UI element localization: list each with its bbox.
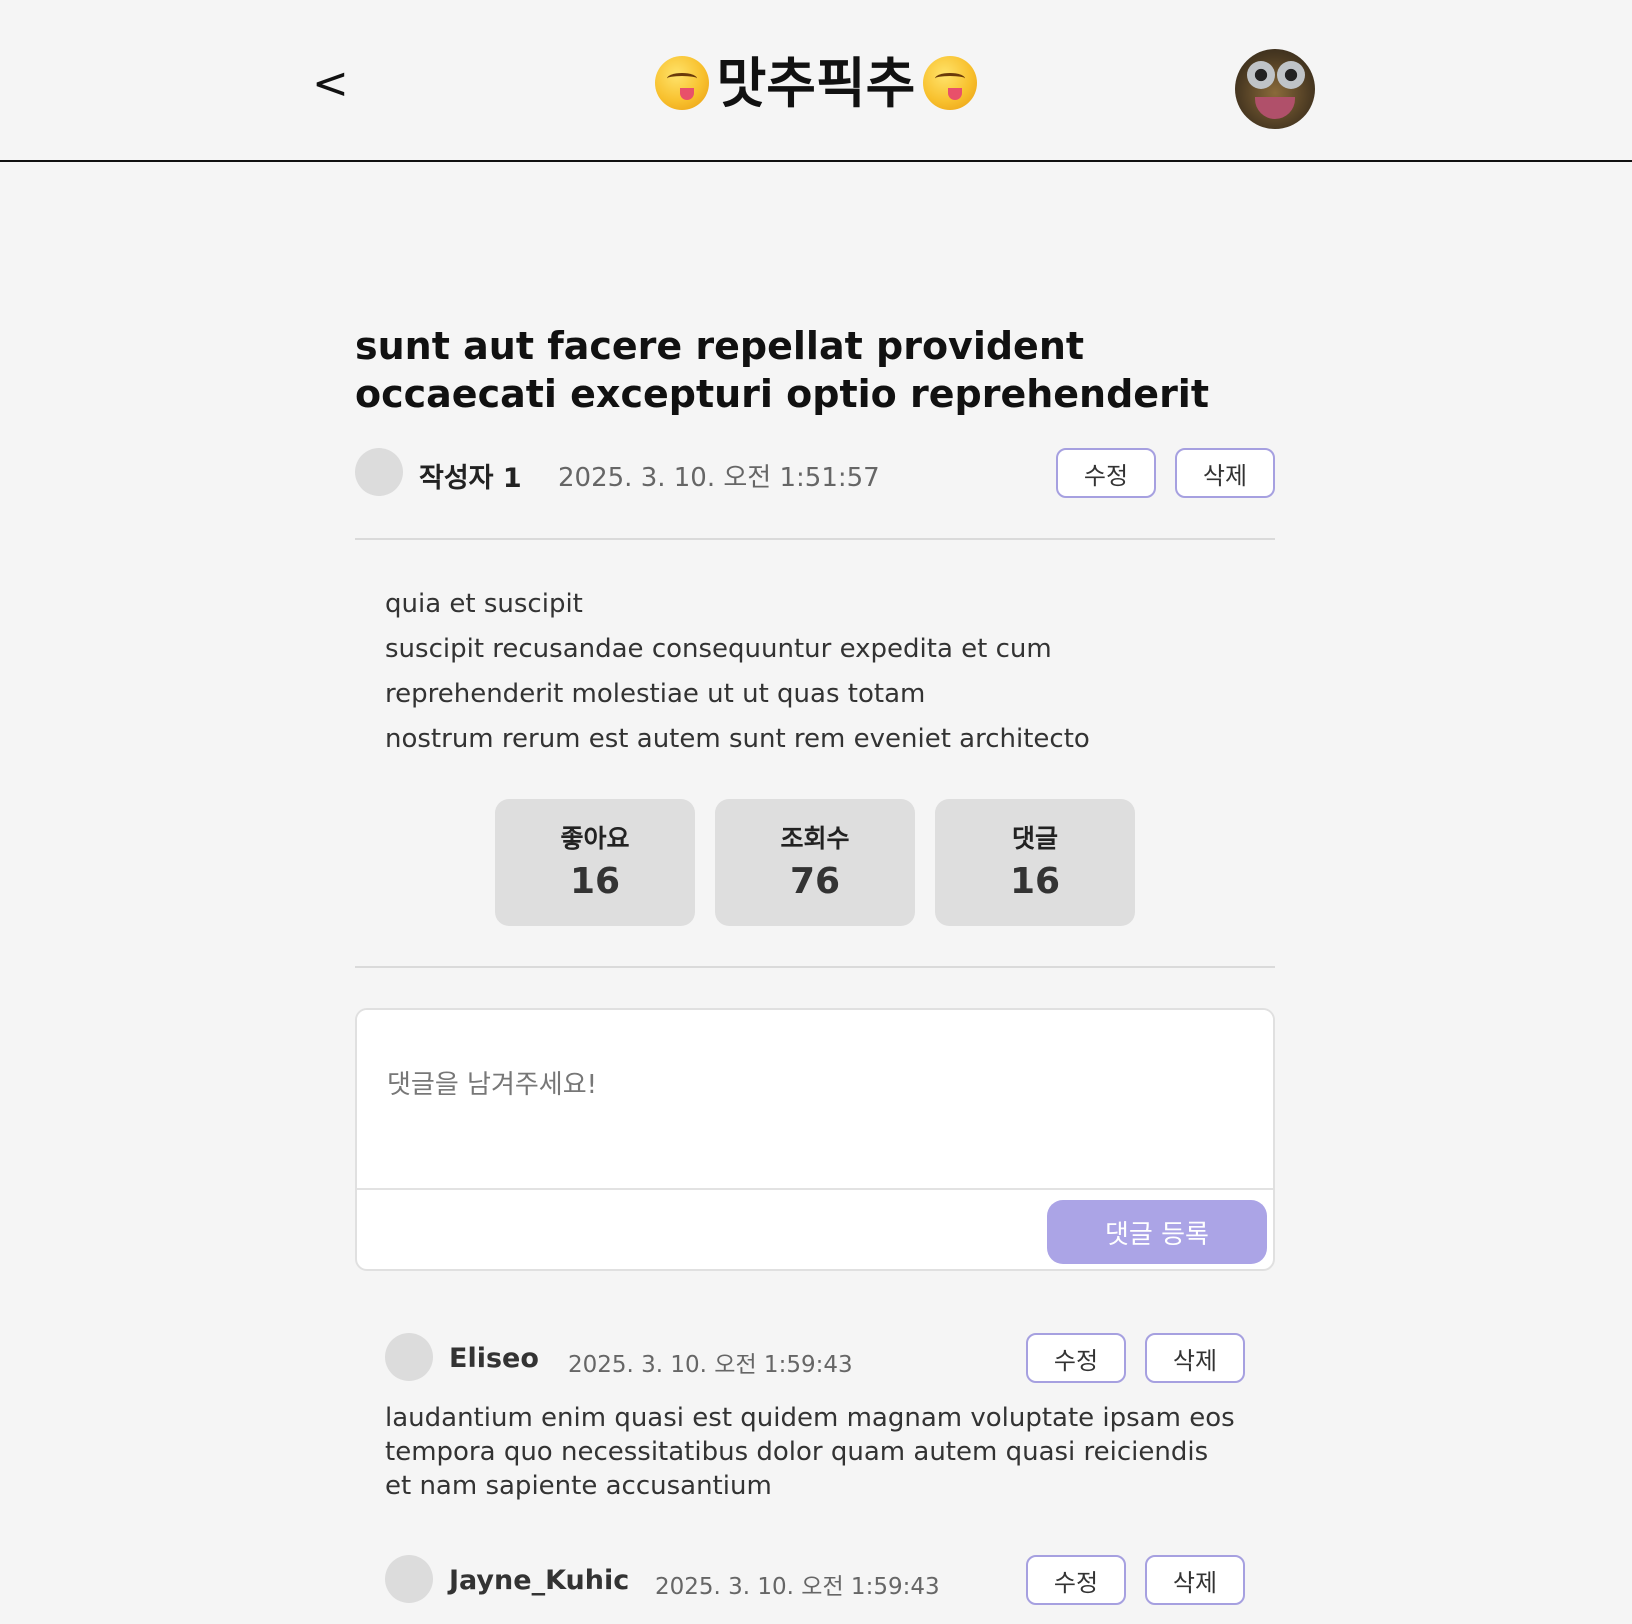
stat-value: 16	[1009, 861, 1061, 902]
stat-label: 댓글	[1011, 824, 1058, 853]
post-author: 작성자 1	[419, 463, 522, 494]
stat-label: 좋아요	[560, 824, 630, 853]
post-date: 2025. 3. 10. 오전 1:51:57	[558, 463, 880, 493]
brand-title: 맛추픽추	[716, 52, 916, 115]
divider	[355, 966, 1275, 968]
post-body-line: reprehenderit molestiae ut ut quas totam	[385, 679, 926, 709]
stat-likes[interactable]: 좋아요 16	[495, 799, 695, 926]
stat-value: 16	[569, 861, 621, 902]
avatar-eye-right	[1277, 61, 1305, 89]
stat-value: 76	[789, 861, 841, 902]
stat-views: 조회수 76	[715, 799, 915, 926]
brand-logo[interactable]: 맛추픽추	[0, 54, 1632, 113]
post-title: sunt aut facere repellat provident occae…	[355, 324, 1209, 416]
yum-face-icon	[923, 56, 978, 110]
post-body: quia et suscipit suscipit recusandae con…	[385, 582, 1265, 762]
comment-edit-button[interactable]: 수정	[1026, 1333, 1126, 1383]
comment-date: 2025. 3. 10. 오전 1:59:43	[655, 1574, 940, 1600]
post-meta: 작성자 1 2025. 3. 10. 오전 1:51:57 수정 삭제	[355, 448, 1275, 498]
app-header: < 맛추픽추	[0, 0, 1632, 162]
comment-submit-button[interactable]: 댓글 등록	[1047, 1200, 1267, 1264]
comment-author: Jayne_Kuhic	[449, 1565, 630, 1596]
avatar-eye-left	[1247, 61, 1275, 89]
comment-author: Eliseo	[449, 1343, 539, 1374]
comment-delete-button[interactable]: 삭제	[1145, 1333, 1245, 1383]
comment-input[interactable]	[357, 1010, 1273, 1190]
post-body-line: nostrum rerum est autem sunt rem eveniet…	[385, 724, 1090, 754]
profile-avatar[interactable]	[1235, 49, 1315, 129]
post-body-line: quia et suscipit	[385, 589, 583, 619]
author-avatar	[355, 448, 403, 496]
stat-label: 조회수	[780, 824, 850, 853]
avatar-mouth	[1255, 97, 1295, 119]
divider	[355, 538, 1275, 540]
comment-avatar	[385, 1555, 433, 1603]
comment-delete-button[interactable]: 삭제	[1145, 1555, 1245, 1605]
yum-face-icon	[654, 56, 709, 110]
comment-form: 댓글 등록	[355, 1008, 1275, 1271]
comment-text: laudantium enim quasi est quidem magnam …	[385, 1403, 1235, 1501]
post-edit-button[interactable]: 수정	[1056, 448, 1156, 498]
post-delete-button[interactable]: 삭제	[1175, 448, 1275, 498]
post-stats: 좋아요 16 조회수 76 댓글 16	[495, 799, 1135, 927]
comment-date: 2025. 3. 10. 오전 1:59:43	[568, 1352, 853, 1378]
stat-comments: 댓글 16	[935, 799, 1135, 926]
comment-avatar	[385, 1333, 433, 1381]
post-body-line: suscipit recusandae consequuntur expedit…	[385, 634, 1052, 664]
comment-item: Jayne_Kuhic 2025. 3. 10. 오전 1:59:43 수정 삭…	[385, 1555, 1245, 1615]
comment-item: Eliseo 2025. 3. 10. 오전 1:59:43 수정 삭제 lau…	[385, 1333, 1245, 1513]
comment-edit-button[interactable]: 수정	[1026, 1555, 1126, 1605]
